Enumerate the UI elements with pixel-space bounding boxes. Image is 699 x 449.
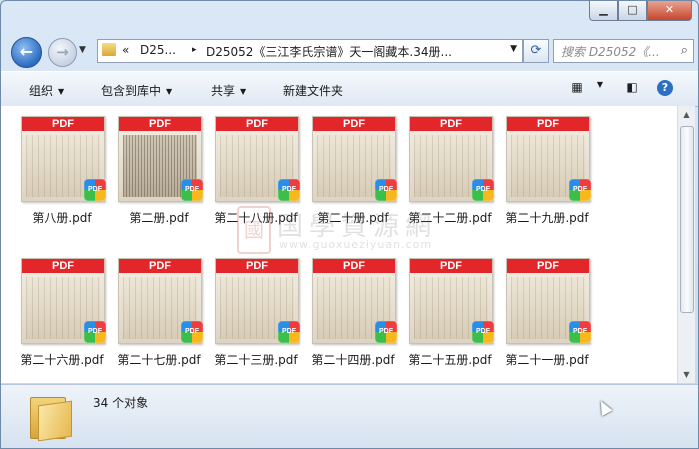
maximize-button[interactable]: □ xyxy=(618,1,647,21)
file-name: 第二十八册.pdf xyxy=(214,211,298,225)
pdf-label: PDF xyxy=(410,117,492,131)
share-menu[interactable]: 共享 ▼ xyxy=(211,82,246,99)
file-item[interactable]: PDF PDF 第二十四册.pdf xyxy=(304,258,402,378)
command-bar: 组织 ▼ 包含到库中 ▼ 共享 ▼ 新建文件夹 ▦ ▼ ◧ ? xyxy=(1,71,698,107)
breadcrumb-parent[interactable]: D25... xyxy=(140,43,176,57)
pdf-label: PDF xyxy=(313,259,395,273)
navigation-bar: ← → ▼ « D25... ▸ D25052《三江李氏宗谱》天一阁藏本.34册… xyxy=(1,35,698,69)
pdf-label: PDF xyxy=(507,117,589,131)
arrow-right-icon: → xyxy=(56,43,69,61)
explorer-window: ▁ □ ✕ ← → ▼ « D25... ▸ D25052《三江李氏宗谱》天一阁… xyxy=(0,0,699,449)
organize-label: 组织 xyxy=(29,84,54,98)
pdf-app-icon: PDF xyxy=(84,321,106,343)
breadcrumb-separator-icon[interactable]: ▸ xyxy=(192,45,197,55)
folder-icon xyxy=(102,43,116,56)
file-item[interactable]: PDF PDF 第八册.pdf xyxy=(13,116,111,236)
pdf-label: PDF xyxy=(22,117,104,131)
details-pane: 34 个对象 xyxy=(1,384,698,448)
file-name: 第二十三册.pdf xyxy=(214,353,298,367)
pdf-app-icon: PDF xyxy=(472,179,494,201)
file-name: 第二十二册.pdf xyxy=(408,211,492,225)
file-item[interactable]: PDF PDF 第二十五册.pdf xyxy=(401,258,499,378)
file-name: 第二十九册.pdf xyxy=(505,211,589,225)
pdf-label: PDF xyxy=(216,117,298,131)
organize-menu[interactable]: 组织 ▼ xyxy=(29,82,64,99)
help-icon[interactable]: ? xyxy=(657,80,673,96)
search-placeholder: 搜索 D25052《... xyxy=(561,45,660,59)
file-name: 第二十一册.pdf xyxy=(505,353,589,367)
scroll-thumb[interactable] xyxy=(680,126,694,313)
address-dropdown-icon[interactable]: ▼ xyxy=(510,44,517,54)
title-bar: ▁ □ ✕ xyxy=(1,1,698,31)
include-in-library-label: 包含到库中 xyxy=(101,84,162,98)
scroll-down-icon[interactable]: ▼ xyxy=(678,366,695,383)
file-item[interactable]: PDF PDF 第二十六册.pdf xyxy=(13,258,111,378)
pdf-label: PDF xyxy=(410,259,492,273)
file-name: 第二十册.pdf xyxy=(317,211,389,225)
back-button[interactable]: ← xyxy=(11,37,42,68)
file-name: 第八册.pdf xyxy=(32,211,92,225)
file-item[interactable]: PDF PDF 第二册.pdf xyxy=(110,116,208,236)
pdf-app-icon: PDF xyxy=(375,179,397,201)
recent-pages-dropdown[interactable]: ▼ xyxy=(79,45,86,55)
forward-button[interactable]: → xyxy=(48,38,77,67)
address-bar[interactable]: « D25... ▸ D25052《三江李氏宗谱》天一阁藏本.34册... ▼ xyxy=(97,39,523,63)
file-item[interactable]: PDF PDF 第二十册.pdf xyxy=(304,116,402,236)
file-item[interactable]: PDF PDF 第二十一册.pdf xyxy=(498,258,596,378)
refresh-icon: ⟳ xyxy=(530,43,542,58)
folder-icon xyxy=(30,393,72,442)
address-overflow[interactable]: « xyxy=(122,43,129,57)
pdf-app-icon: PDF xyxy=(472,321,494,343)
file-name: 第二十六册.pdf xyxy=(20,353,104,367)
search-icon[interactable]: ⌕ xyxy=(681,43,688,58)
view-dropdown-icon[interactable]: ▼ xyxy=(591,80,609,96)
file-name: 第二十五册.pdf xyxy=(408,353,492,367)
new-folder-button[interactable]: 新建文件夹 xyxy=(283,82,343,99)
file-item[interactable]: PDF PDF 第二十九册.pdf xyxy=(498,116,596,236)
pdf-app-icon: PDF xyxy=(569,179,591,201)
window-controls: ▁ □ ✕ xyxy=(589,1,692,21)
scroll-up-icon[interactable]: ▲ xyxy=(678,106,695,123)
pdf-label: PDF xyxy=(313,117,395,131)
file-item[interactable]: PDF PDF 第二十七册.pdf xyxy=(110,258,208,378)
file-name: 第二十四册.pdf xyxy=(311,353,395,367)
chevron-down-icon: ▼ xyxy=(240,87,247,96)
close-button[interactable]: ✕ xyxy=(647,1,692,21)
pdf-app-icon: PDF xyxy=(181,321,203,343)
arrow-left-icon: ← xyxy=(19,42,34,61)
file-name: 第二册.pdf xyxy=(129,211,189,225)
file-item[interactable]: PDF PDF 第二十八册.pdf xyxy=(207,116,305,236)
file-item[interactable]: PDF PDF 第二十三册.pdf xyxy=(207,258,305,378)
refresh-button[interactable]: ⟳ xyxy=(523,39,549,63)
pdf-app-icon: PDF xyxy=(278,321,300,343)
chevron-down-icon: ▼ xyxy=(166,87,173,96)
vertical-scrollbar[interactable]: ▲ ▼ xyxy=(677,106,695,383)
view-options-icon[interactable]: ▦ xyxy=(568,80,586,96)
pdf-label: PDF xyxy=(119,117,201,131)
pdf-label: PDF xyxy=(119,259,201,273)
chevron-down-icon: ▼ xyxy=(58,87,65,96)
pdf-label: PDF xyxy=(507,259,589,273)
pdf-app-icon: PDF xyxy=(278,179,300,201)
file-name: 第二十七册.pdf xyxy=(117,353,201,367)
pdf-app-icon: PDF xyxy=(84,179,106,201)
item-count: 34 个对象 xyxy=(93,396,149,410)
minimize-button[interactable]: ▁ xyxy=(589,1,618,21)
pdf-label: PDF xyxy=(22,259,104,273)
file-item[interactable]: PDF PDF 第二十二册.pdf xyxy=(401,116,499,236)
file-list: PDF PDF 第八册.pdf PDF PDF 第二册.pdf PDF PDF 第二十八册.pd… xyxy=(1,106,677,383)
search-input[interactable]: 搜索 D25052《... ⌕ xyxy=(553,39,694,63)
pdf-app-icon: PDF xyxy=(375,321,397,343)
include-in-library-menu[interactable]: 包含到库中 ▼ xyxy=(101,82,172,99)
pdf-app-icon: PDF xyxy=(181,179,203,201)
breadcrumb-current[interactable]: D25052《三江李氏宗谱》天一阁藏本.34册... xyxy=(206,43,452,60)
pdf-app-icon: PDF xyxy=(569,321,591,343)
share-label: 共享 xyxy=(211,84,236,98)
pdf-label: PDF xyxy=(216,259,298,273)
preview-pane-icon[interactable]: ◧ xyxy=(623,80,641,96)
